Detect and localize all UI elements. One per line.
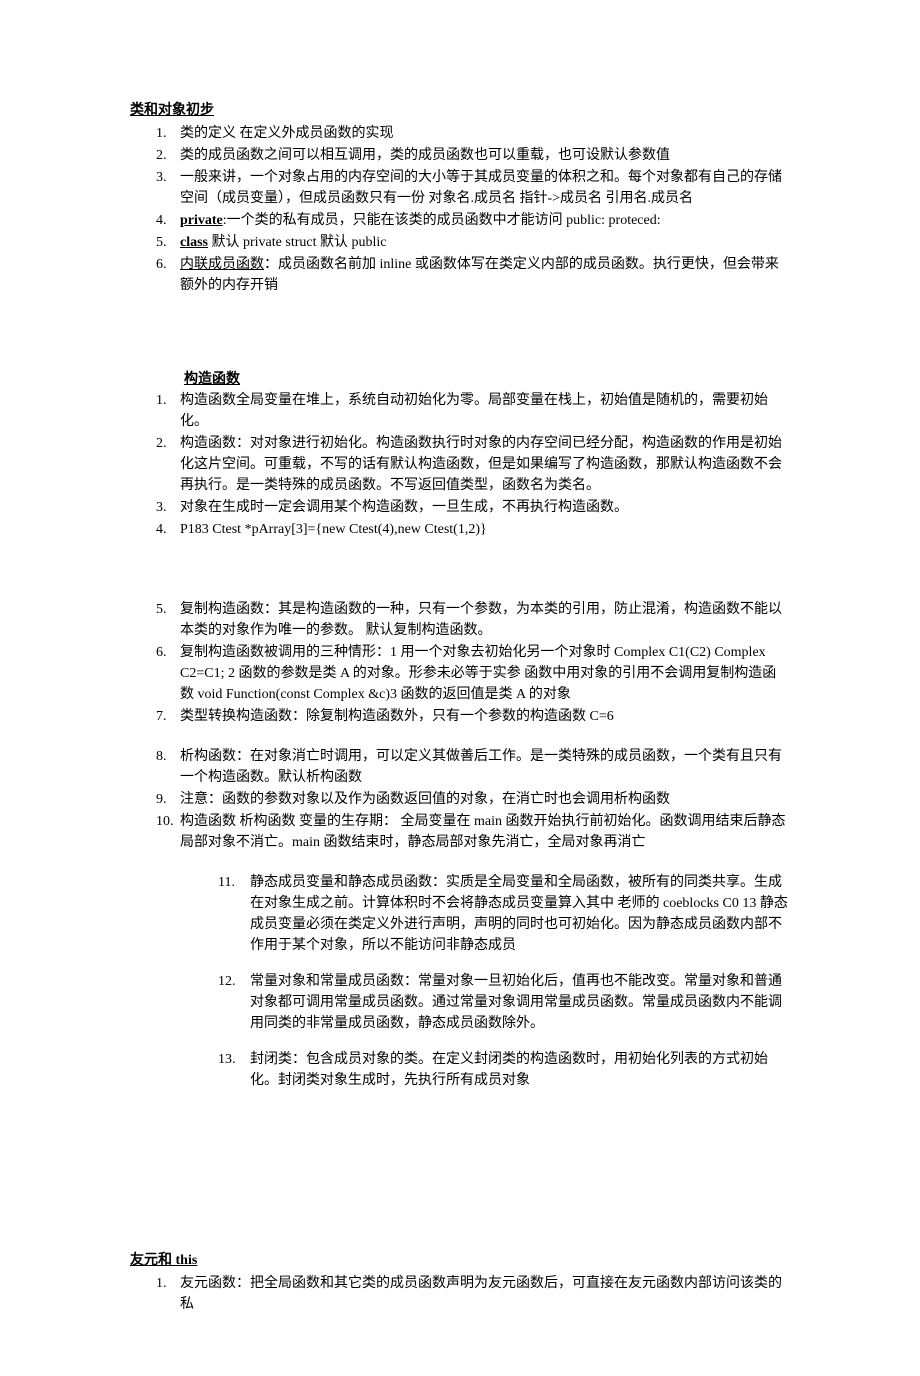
item-text: 复制构造函数：其是构造函数的一种，只有一个参数，为本类的引用，防止混淆，构造函数… — [180, 599, 790, 641]
item-num: 6. — [156, 642, 180, 705]
item-num: 13. — [218, 1049, 250, 1091]
item-text: 友元函数：把全局函数和其它类的成员函数声明为友元函数后，可直接在友元函数内部访问… — [180, 1273, 790, 1315]
section2-title: 构造函数 — [184, 372, 240, 387]
list-item: 13.封闭类：包含成员对象的类。在定义封闭类的构造函数时，用初始化列表的方式初始… — [218, 1049, 790, 1091]
underline: 内联成员函数 — [180, 257, 264, 272]
list-item: 4.P183 Ctest *pArray[3]={new Ctest(4),ne… — [156, 519, 790, 540]
item-text: 类的定义 在定义外成员函数的实现 — [180, 123, 790, 144]
item-text: 复制构造函数被调用的三种情形：1 用一个对象去初始化另一个对象时 Complex… — [180, 642, 790, 705]
list-item: 7.类型转换构造函数：除复制构造函数外，只有一个参数的构造函数 C=6 — [156, 706, 790, 727]
item-text: 封闭类：包含成员对象的类。在定义封闭类的构造函数时，用初始化列表的方式初始化。封… — [250, 1049, 790, 1091]
section3-list: 1.友元函数：把全局函数和其它类的成员函数声明为友元函数后，可直接在友元函数内部… — [130, 1273, 790, 1315]
item-num: 4. — [156, 519, 180, 540]
item-num: 1. — [156, 123, 180, 144]
item-num: 11. — [218, 872, 250, 956]
item-num: 3. — [156, 167, 180, 209]
list-item: 3.对象在生成时一定会调用某个构造函数，一旦生成，不再执行构造函数。 — [156, 497, 790, 518]
list-item: 12.常量对象和常量成员函数：常量对象一旦初始化后，值再也不能改变。常量对象和普… — [218, 971, 790, 1034]
list-item: 6.内联成员函数：成员函数名前加 inline 或函数体写在类定义内部的成员函数… — [156, 254, 790, 296]
section1-list: 1.类的定义 在定义外成员函数的实现 2.类的成员函数之间可以相互调用，类的成员… — [130, 123, 790, 296]
item-text: class 默认 private struct 默认 public — [180, 232, 790, 253]
text-part: :一个类的私有成员，只能在该类的成员函数中才能访问 public: protec… — [223, 213, 661, 228]
section3-title: 友元和 this — [130, 1250, 790, 1271]
section2-list1: 1.构造函数全局变量在堆上，系统自动初始化为零。局部变量在栈上，初始值是随机的，… — [130, 390, 790, 540]
item-text: 静态成员变量和静态成员函数：实质是全局变量和全局函数，被所有的同类共享。生成在对… — [250, 872, 790, 956]
item-text: 内联成员函数：成员函数名前加 inline 或函数体写在类定义内部的成员函数。执… — [180, 254, 790, 296]
list-item: 9.注意：函数的参数对象以及作为函数返回值的对象，在消亡时也会调用析构函数 — [156, 789, 790, 810]
list-item: 11.静态成员变量和静态成员函数：实质是全局变量和全局函数，被所有的同类共享。生… — [218, 872, 790, 956]
item-num: 6. — [156, 254, 180, 296]
item-text: 类的成员函数之间可以相互调用，类的成员函数也可以重载，也可设默认参数值 — [180, 145, 790, 166]
item-num: 8. — [156, 746, 180, 788]
list-item: 3.一般来讲，一个对象占用的内存空间的大小等于其成员变量的体积之和。每个对象都有… — [156, 167, 790, 209]
item-num: 10. — [156, 811, 180, 853]
item-num: 7. — [156, 706, 180, 727]
item-text: 注意：函数的参数对象以及作为函数返回值的对象，在消亡时也会调用析构函数 — [180, 789, 790, 810]
item-num: 5. — [156, 232, 180, 253]
section2-list4: 11.静态成员变量和静态成员函数：实质是全局变量和全局函数，被所有的同类共享。生… — [130, 872, 790, 1091]
item-text: P183 Ctest *pArray[3]={new Ctest(4),new … — [180, 519, 790, 540]
item-num: 2. — [156, 145, 180, 166]
section2-list3: 8.析构函数：在对象消亡时调用，可以定义其做善后工作。是一类特殊的成员函数，一个… — [130, 746, 790, 853]
section1-title: 类和对象初步 — [130, 100, 790, 121]
list-item: 1.构造函数全局变量在堆上，系统自动初始化为零。局部变量在栈上，初始值是随机的，… — [156, 390, 790, 432]
list-item: 1.类的定义 在定义外成员函数的实现 — [156, 123, 790, 144]
list-item: 5.复制构造函数：其是构造函数的一种，只有一个参数，为本类的引用，防止混淆，构造… — [156, 599, 790, 641]
item-num: 9. — [156, 789, 180, 810]
item-text: 类型转换构造函数：除复制构造函数外，只有一个参数的构造函数 C=6 — [180, 706, 790, 727]
text-part: 默认 private struct 默认 public — [208, 235, 386, 250]
section2-list2: 5.复制构造函数：其是构造函数的一种，只有一个参数，为本类的引用，防止混淆，构造… — [130, 599, 790, 727]
list-item: 10.构造函数 析构函数 变量的生存期： 全局变量在 main 函数开始执行前初… — [156, 811, 790, 853]
underline-bold: private — [180, 213, 223, 228]
list-item: 8.析构函数：在对象消亡时调用，可以定义其做善后工作。是一类特殊的成员函数，一个… — [156, 746, 790, 788]
item-text: 常量对象和常量成员函数：常量对象一旦初始化后，值再也不能改变。常量对象和普通对象… — [250, 971, 790, 1034]
list-item: 2.类的成员函数之间可以相互调用，类的成员函数也可以重载，也可设默认参数值 — [156, 145, 790, 166]
item-text: private:一个类的私有成员，只能在该类的成员函数中才能访问 public:… — [180, 210, 790, 231]
item-num: 1. — [156, 1273, 180, 1315]
item-text: 析构函数：在对象消亡时调用，可以定义其做善后工作。是一类特殊的成员函数，一个类有… — [180, 746, 790, 788]
list-item: 5.class 默认 private struct 默认 public — [156, 232, 790, 253]
item-num: 3. — [156, 497, 180, 518]
underline-bold: class — [180, 235, 208, 250]
item-num: 4. — [156, 210, 180, 231]
item-text: 一般来讲，一个对象占用的内存空间的大小等于其成员变量的体积之和。每个对象都有自己… — [180, 167, 790, 209]
list-item: 1.友元函数：把全局函数和其它类的成员函数声明为友元函数后，可直接在友元函数内部… — [156, 1273, 790, 1315]
list-item: 2.构造函数：对对象进行初始化。构造函数执行时对象的内存空间已经分配，构造函数的… — [156, 433, 790, 496]
item-num: 12. — [218, 971, 250, 1034]
item-num: 2. — [156, 433, 180, 496]
item-text: 对象在生成时一定会调用某个构造函数，一旦生成，不再执行构造函数。 — [180, 497, 790, 518]
item-text: 构造函数 析构函数 变量的生存期： 全局变量在 main 函数开始执行前初始化。… — [180, 811, 790, 853]
text-part: ：成员函数名前加 inline 或函数体写在类定义内部的成员函数。执行更快，但会… — [180, 257, 779, 293]
item-text: 构造函数：对对象进行初始化。构造函数执行时对象的内存空间已经分配，构造函数的作用… — [180, 433, 790, 496]
item-text: 构造函数全局变量在堆上，系统自动初始化为零。局部变量在栈上，初始值是随机的，需要… — [180, 390, 790, 432]
list-item: 6.复制构造函数被调用的三种情形：1 用一个对象去初始化另一个对象时 Compl… — [156, 642, 790, 705]
list-item: 4.private:一个类的私有成员，只能在该类的成员函数中才能访问 publi… — [156, 210, 790, 231]
item-num: 1. — [156, 390, 180, 432]
item-num: 5. — [156, 599, 180, 641]
